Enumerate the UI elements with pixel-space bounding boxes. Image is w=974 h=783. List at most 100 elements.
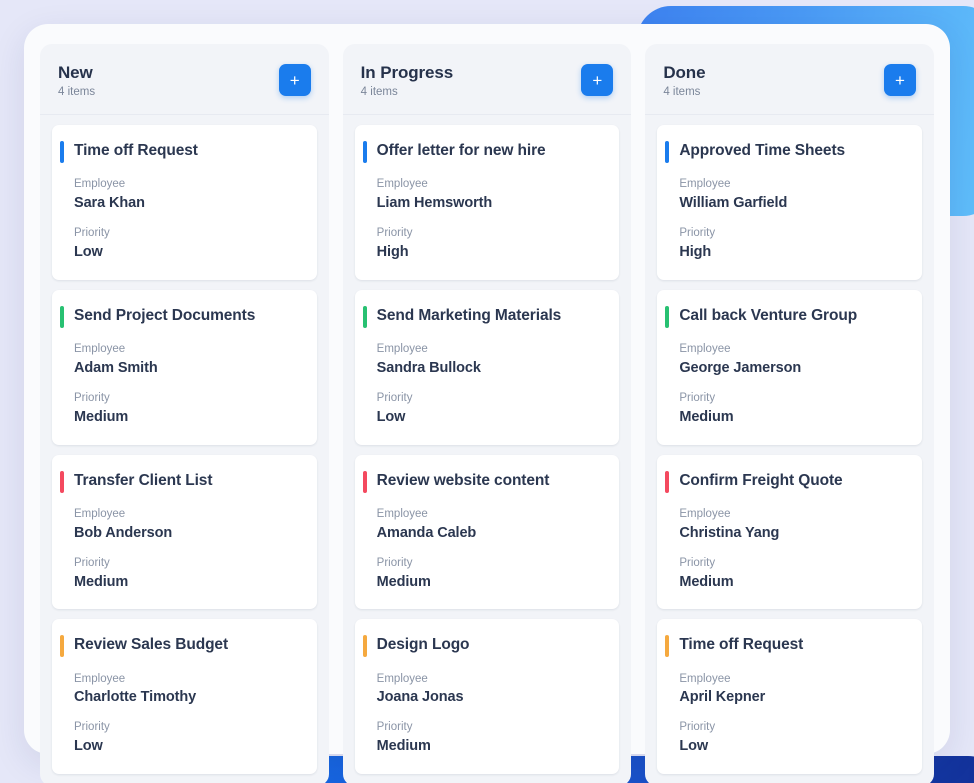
task-card-title: Call back Venture Group xyxy=(679,306,858,324)
column-heading: In Progress 4 items xyxy=(360,62,454,99)
employee-field: Employee George Jamerson xyxy=(679,342,906,378)
employee-label: Employee xyxy=(376,507,428,520)
priority-label: Priority xyxy=(679,721,716,734)
priority-label: Priority xyxy=(376,556,413,569)
priority-accent-bar xyxy=(665,635,670,658)
task-card-title: Time off Request xyxy=(679,636,804,654)
priority-accent-bar xyxy=(665,305,670,328)
column-header: Done 4 items + xyxy=(645,44,935,116)
priority-accent-bar xyxy=(60,305,64,328)
priority-accent-bar xyxy=(665,141,670,164)
task-card[interactable]: Time off Request Employee Sara Khan Priorit… xyxy=(52,125,317,280)
priority-value: Low xyxy=(679,738,709,755)
column-card-list: Offer letter for new hire Employee Liam He… xyxy=(343,115,632,783)
priority-accent-bar xyxy=(362,305,367,328)
priority-field: Priority Medium xyxy=(377,556,604,592)
employee-value: William Garfield xyxy=(679,195,788,212)
task-card-title: Approved Time Sheets xyxy=(679,142,846,160)
employee-label: Employee xyxy=(376,343,428,356)
column-header: In Progress 4 items + xyxy=(342,44,632,116)
task-card[interactable]: Transfer Client List Employee Bob Anderson… xyxy=(52,454,317,610)
add-card-button[interactable]: + xyxy=(884,64,917,97)
priority-field: Priority Medium xyxy=(74,556,301,592)
priority-label: Priority xyxy=(376,391,413,404)
priority-label: Priority xyxy=(679,556,716,569)
employee-label: Employee xyxy=(74,507,126,520)
priority-label: Priority xyxy=(679,391,716,404)
priority-accent-bar xyxy=(60,635,64,658)
task-card[interactable]: Confirm Freight Quote Employee Christina Y… xyxy=(657,454,923,610)
priority-label: Priority xyxy=(74,391,110,404)
employee-field: Employee Sara Khan xyxy=(74,177,301,213)
employee-value: Sandra Bullock xyxy=(376,360,481,377)
kanban-column: In Progress 4 items + Offer letter for new … xyxy=(342,44,632,783)
task-card[interactable]: Design Logo Employee Joana Jonas Priority Me… xyxy=(354,619,620,775)
add-card-button[interactable]: + xyxy=(278,64,311,97)
column-heading: Done 4 items xyxy=(663,62,705,98)
task-card[interactable]: Approved Time Sheets Employee William Garf… xyxy=(657,125,923,280)
employee-field: Employee April Kepner xyxy=(679,672,906,708)
employee-label: Employee xyxy=(74,672,126,685)
column-item-count: 4 items xyxy=(360,86,398,99)
column-card-list: Approved Time Sheets Employee William Garf… xyxy=(645,115,934,783)
task-card-title: Review website content xyxy=(376,471,550,489)
task-card[interactable]: Call back Venture Group Employee George Ja… xyxy=(657,289,923,445)
employee-label: Employee xyxy=(679,343,731,356)
employee-label: Employee xyxy=(679,178,731,191)
priority-value: Low xyxy=(376,408,406,425)
task-card[interactable]: Offer letter for new hire Employee Liam He… xyxy=(354,125,620,280)
priority-value: Medium xyxy=(679,573,734,590)
priority-value: Low xyxy=(74,244,103,261)
kanban-column: New 4 items + Time off Request Employee Sara … xyxy=(40,44,329,783)
task-card[interactable]: Time off Request Employee April Kepner Prio… xyxy=(657,619,923,775)
priority-field: Priority High xyxy=(679,226,906,262)
task-card-title: Time off Request xyxy=(74,142,198,160)
column-heading: New 4 items xyxy=(58,62,95,98)
priority-accent-bar xyxy=(60,141,64,164)
task-card-title: Review Sales Budget xyxy=(74,636,229,654)
column-title: New xyxy=(58,63,93,82)
column-item-count: 4 items xyxy=(58,86,96,99)
priority-accent-bar xyxy=(362,635,367,658)
column-title: Done xyxy=(663,63,706,82)
employee-label: Employee xyxy=(679,672,731,685)
column-card-list: Time off Request Employee Sara Khan Priorit… xyxy=(40,115,329,783)
employee-field: Employee Adam Smith xyxy=(74,342,301,378)
employee-value: Charlotte Timothy xyxy=(74,689,197,706)
column-item-count: 4 items xyxy=(663,86,701,99)
priority-label: Priority xyxy=(74,556,110,569)
plus-icon: + xyxy=(592,70,603,90)
employee-value: Adam Smith xyxy=(74,360,158,377)
priority-label: Priority xyxy=(74,721,110,734)
employee-value: Joana Jonas xyxy=(376,689,464,706)
employee-field: Employee Bob Anderson xyxy=(74,507,301,543)
priority-label: Priority xyxy=(376,227,413,240)
priority-value: High xyxy=(679,244,712,261)
column-title: In Progress xyxy=(360,63,454,82)
priority-label: Priority xyxy=(74,227,110,240)
employee-value: George Jamerson xyxy=(679,360,802,377)
task-card[interactable]: Review website content Employee Amanda Cal… xyxy=(354,454,620,610)
employee-field: Employee Liam Hemsworth xyxy=(377,177,604,213)
priority-value: Medium xyxy=(376,738,431,755)
priority-field: Priority Low xyxy=(74,720,301,756)
employee-value: Christina Yang xyxy=(679,524,780,541)
priority-field: Priority Low xyxy=(679,720,906,756)
priority-field: Priority Medium xyxy=(74,391,301,427)
task-card-title: Offer letter for new hire xyxy=(376,142,546,160)
employee-field: Employee Christina Yang xyxy=(679,507,906,543)
employee-label: Employee xyxy=(74,343,126,356)
task-card[interactable]: Send Project Documents Employee Adam Smith… xyxy=(52,289,317,445)
priority-accent-bar xyxy=(60,470,64,493)
priority-field: Priority Low xyxy=(74,226,301,262)
plus-icon: + xyxy=(289,70,300,90)
priority-field: Priority Medium xyxy=(679,391,906,427)
task-card[interactable]: Send Marketing Materials Employee Sandra B… xyxy=(354,289,620,445)
add-card-button[interactable]: + xyxy=(581,64,614,97)
employee-field: Employee Joana Jonas xyxy=(377,672,604,708)
column-header: New 4 items + xyxy=(40,44,329,116)
priority-value: Low xyxy=(74,738,103,755)
employee-value: Amanda Caleb xyxy=(376,524,477,541)
task-card-title: Transfer Client List xyxy=(74,471,213,489)
task-card[interactable]: Review Sales Budget Employee Charlotte Tim… xyxy=(52,619,317,775)
